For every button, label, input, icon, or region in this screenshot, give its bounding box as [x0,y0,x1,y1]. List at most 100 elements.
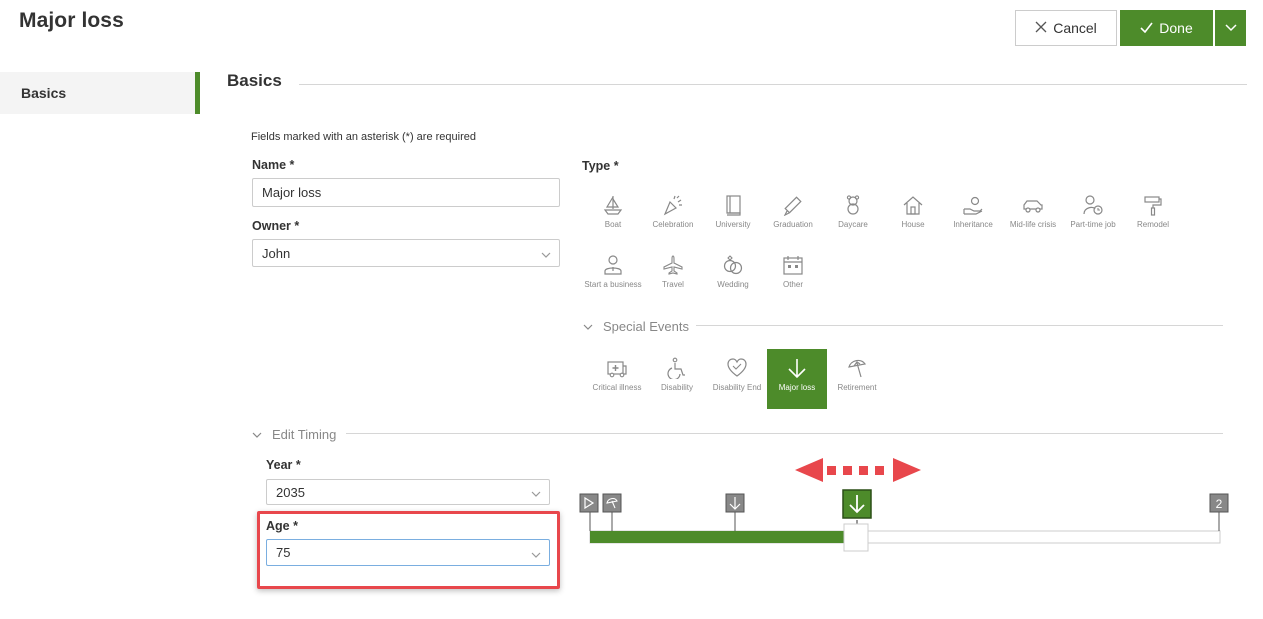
type-tile-wedding[interactable]: Wedding [703,246,763,306]
required-note: Fields marked with an asterisk (*) are r… [251,131,476,143]
timeline-marker-event[interactable] [725,493,745,531]
chevron-down-icon [541,248,551,263]
special-events-header: Special Events [603,319,689,334]
business-person-icon [604,255,622,275]
type-tile-travel[interactable]: Travel [643,246,703,306]
timeline: 2 [579,458,1229,552]
year-select-value: 2035 [276,484,305,500]
special-event-disability-end[interactable]: Disability End [707,349,767,409]
timeline-progress [590,531,855,543]
cancel-button[interactable]: Cancel [1015,10,1117,46]
timeline-slider-handle[interactable] [843,523,869,552]
drag-hint-arrows [795,458,921,482]
heart-icon [727,358,747,377]
type-tile-university[interactable]: University [703,186,763,246]
type-tile-label: Daycare [838,220,868,229]
calendar-icon [783,256,803,275]
type-tile-label: Mid-life crisis [1009,220,1057,229]
check-icon [1140,20,1153,36]
page-title: Major loss [19,9,124,32]
done-button-label: Done [1159,20,1193,36]
type-tile-label: Wedding [717,280,749,289]
owner-select-value: John [262,245,291,261]
sidebar-item-basics[interactable]: Basics [0,72,200,114]
chevron-down-icon [583,319,593,334]
owner-select[interactable]: John [252,239,560,267]
book-icon [726,195,741,216]
arrow-down-icon [788,359,806,379]
timeline-marker-end[interactable]: 2 [1209,493,1229,531]
airplane-icon [663,255,683,275]
type-tile-label: Part-time job [1070,220,1116,229]
timeline-marker-major-loss[interactable] [842,489,872,527]
type-tile-house[interactable]: House [883,186,943,246]
timeline-marker-retirement[interactable] [602,493,622,531]
rings-icon [723,255,743,275]
done-button[interactable]: Done [1120,10,1213,46]
age-label: Age * [266,519,298,533]
special-event-critical-illness[interactable]: Critical illness [587,349,647,409]
type-tile-label: Graduation [773,220,813,229]
special-event-label: Disability [660,383,693,392]
type-tile-inheritance[interactable]: Inheritance [943,186,1003,246]
age-select[interactable]: 75 [266,539,550,566]
type-tile-label: House [901,220,925,229]
year-select[interactable]: 2035 [266,479,550,505]
timeline-end-label: 2 [1216,497,1223,511]
type-tile-part-time-job[interactable]: Part-time job [1063,186,1123,246]
edit-timing-header: Edit Timing [272,427,337,442]
diploma-icon [783,196,802,216]
teddy-bear-icon [846,195,860,215]
boat-icon [603,196,623,215]
name-input[interactable]: Major loss [252,178,560,207]
special-event-major-loss[interactable]: Major loss [767,349,827,409]
special-event-retirement[interactable]: Retirement [827,349,887,409]
name-label: Name * [252,158,295,172]
type-tile-label: Celebration [652,220,694,229]
chevron-down-icon [531,548,541,563]
special-events-toggle[interactable]: Special Events [583,319,689,334]
owner-label: Owner * [252,219,300,233]
special-event-disability[interactable]: Disability [647,349,707,409]
inheritance-icon [963,196,983,215]
special-event-label: Critical illness [592,383,642,392]
chevron-down-icon [1224,19,1237,37]
paint-roller-icon [1144,196,1162,216]
type-tile-graduation[interactable]: Graduation [763,186,823,246]
special-event-label: Major loss [778,383,816,392]
ambulance-icon [607,361,627,378]
type-tile-daycare[interactable]: Daycare [823,186,883,246]
type-tile-celebration[interactable]: Celebration [643,186,703,246]
type-tile-boat[interactable]: Boat [583,186,643,246]
wheelchair-icon [667,357,685,379]
type-tile-label: Start a business [584,280,642,289]
section-divider [299,84,1247,85]
type-tile-label: Remodel [1136,220,1169,229]
cancel-button-label: Cancel [1053,20,1097,36]
type-tile-other[interactable]: Other [763,246,823,306]
type-tile-remodel[interactable]: Remodel [1123,186,1183,246]
type-tile-label: University [715,220,751,229]
edit-timing-divider [346,433,1223,434]
timeline-marker-start[interactable] [579,493,599,531]
car-icon [1023,200,1043,213]
celebration-icon [663,195,682,216]
type-tile-label: Other [782,280,803,289]
close-icon [1035,20,1047,36]
type-tile-label: Inheritance [953,220,993,229]
name-input-value: Major loss [262,185,322,200]
year-label: Year * [266,458,301,472]
special-event-label: Disability End [712,383,762,392]
type-tile-mid-life-crisis[interactable]: Mid-life crisis [1003,186,1063,246]
sidebar-item-label: Basics [21,85,67,101]
edit-timing-toggle[interactable]: Edit Timing [252,427,336,442]
chevron-down-icon [252,427,262,442]
section-title: Basics [227,71,282,90]
house-icon [903,196,923,215]
beach-umbrella-icon [848,359,867,378]
type-label: Type * [582,159,619,173]
special-events-divider [696,325,1223,326]
type-tile-start-a-business[interactable]: Start a business [583,246,643,306]
type-tile-label: Boat [604,220,622,229]
done-options-button[interactable] [1215,10,1246,46]
